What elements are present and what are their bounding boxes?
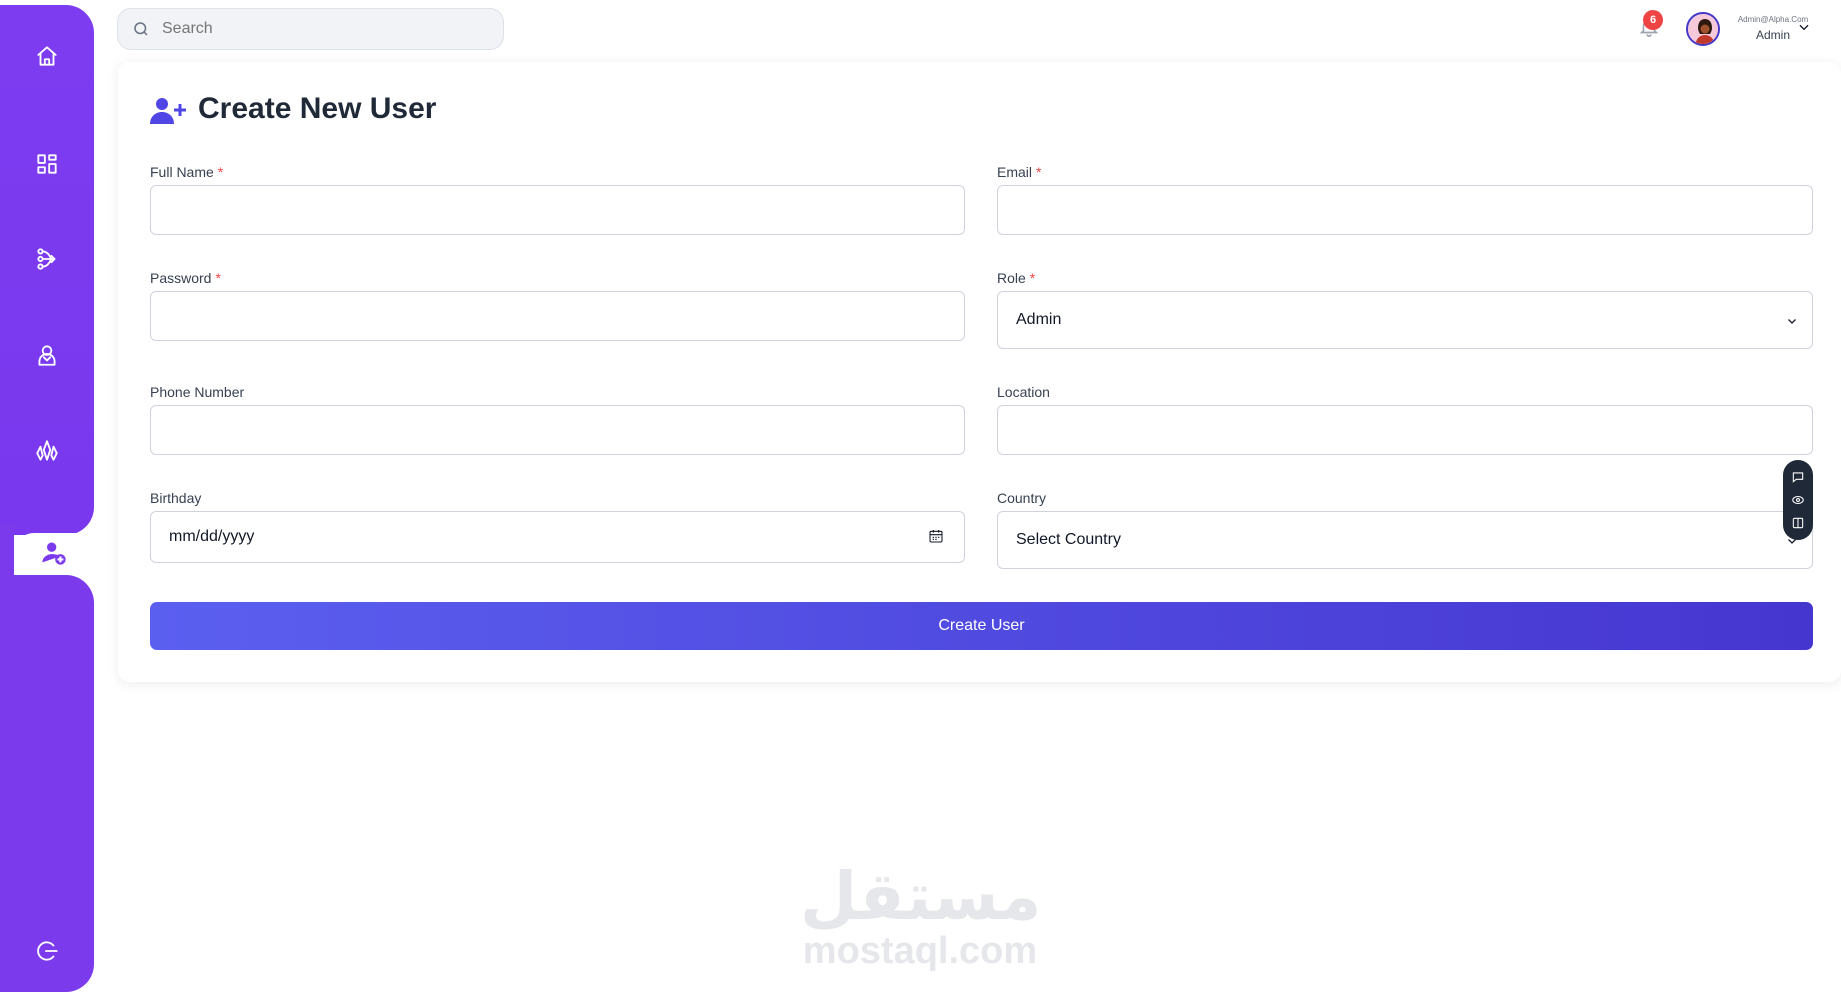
avatar[interactable]: [1686, 12, 1720, 46]
email-input[interactable]: [1016, 186, 1223, 234]
role-selected-value: Admin: [1016, 311, 1062, 328]
watermark-latin: mostaql.com: [802, 930, 1038, 972]
user-menu-toggle[interactable]: [1797, 20, 1813, 36]
search-icon: [134, 22, 148, 36]
search-box[interactable]: [117, 8, 504, 50]
location-field[interactable]: [997, 405, 1813, 455]
birthday-label: Birthday: [150, 490, 202, 506]
password-label: Password *: [150, 270, 221, 286]
user-plus-icon: [150, 96, 186, 126]
sidebar-item-home[interactable]: [0, 36, 94, 76]
location-label: Location: [997, 384, 1050, 400]
notification-count-badge: 6: [1643, 10, 1663, 30]
sidebar-item-branches[interactable]: [0, 239, 94, 279]
full-name-field[interactable]: [150, 185, 965, 235]
country-selected-value: Select Country: [1016, 531, 1121, 548]
location-input[interactable]: [1016, 406, 1223, 454]
logout-icon: [37, 941, 58, 961]
create-user-card: [118, 62, 1841, 682]
password-input[interactable]: [169, 292, 376, 340]
phone-input[interactable]: [169, 406, 376, 454]
birthday-field[interactable]: mm/dd/yyyy: [150, 511, 965, 563]
dashboard-grid-icon: [37, 154, 57, 174]
branch-icon: [37, 248, 56, 270]
create-user-button[interactable]: Create User: [150, 602, 1813, 650]
crystal-icon: [36, 440, 58, 461]
sidebar-bottom-panel: [0, 575, 94, 992]
chevron-down-icon: [1799, 24, 1809, 31]
sidebar: [0, 5, 94, 992]
watermark-arabic: مستقل: [800, 858, 1042, 935]
full-name-input[interactable]: [169, 186, 376, 234]
avatar-image: [1688, 14, 1718, 44]
home-icon: [37, 46, 57, 66]
comment-icon[interactable]: [1791, 470, 1805, 484]
agent-icon: [38, 345, 56, 366]
email-field[interactable]: [997, 185, 1813, 235]
chevron-down-icon: [1786, 314, 1798, 326]
search-input[interactable]: [162, 20, 482, 38]
sidebar-item-crystal[interactable]: [0, 431, 94, 471]
country-label: Country: [997, 490, 1047, 506]
sidebar-item-logout[interactable]: [0, 931, 94, 971]
eye-icon[interactable]: [1791, 493, 1805, 507]
password-field[interactable]: [150, 291, 965, 341]
birthday-placeholder: mm/dd/yyyy: [169, 528, 255, 545]
add-user-icon: [42, 542, 66, 565]
sidebar-item-agents[interactable]: [0, 335, 94, 375]
calendar-icon[interactable]: [928, 528, 946, 546]
sidebar-item-add-user[interactable]: [14, 533, 94, 573]
full-name-label: Full Name *: [150, 164, 224, 180]
role-label: Role *: [997, 270, 1036, 286]
sidebar-item-dashboard[interactable]: [0, 144, 94, 184]
page-title: Create New User: [198, 92, 437, 125]
email-label: Email *: [997, 164, 1042, 180]
book-icon[interactable]: [1791, 516, 1805, 530]
phone-field[interactable]: [150, 405, 965, 455]
floating-toolbar: [1783, 460, 1813, 540]
phone-label: Phone Number: [150, 384, 245, 400]
role-select[interactable]: Admin: [997, 291, 1813, 349]
country-select[interactable]: Select Country: [997, 511, 1813, 569]
